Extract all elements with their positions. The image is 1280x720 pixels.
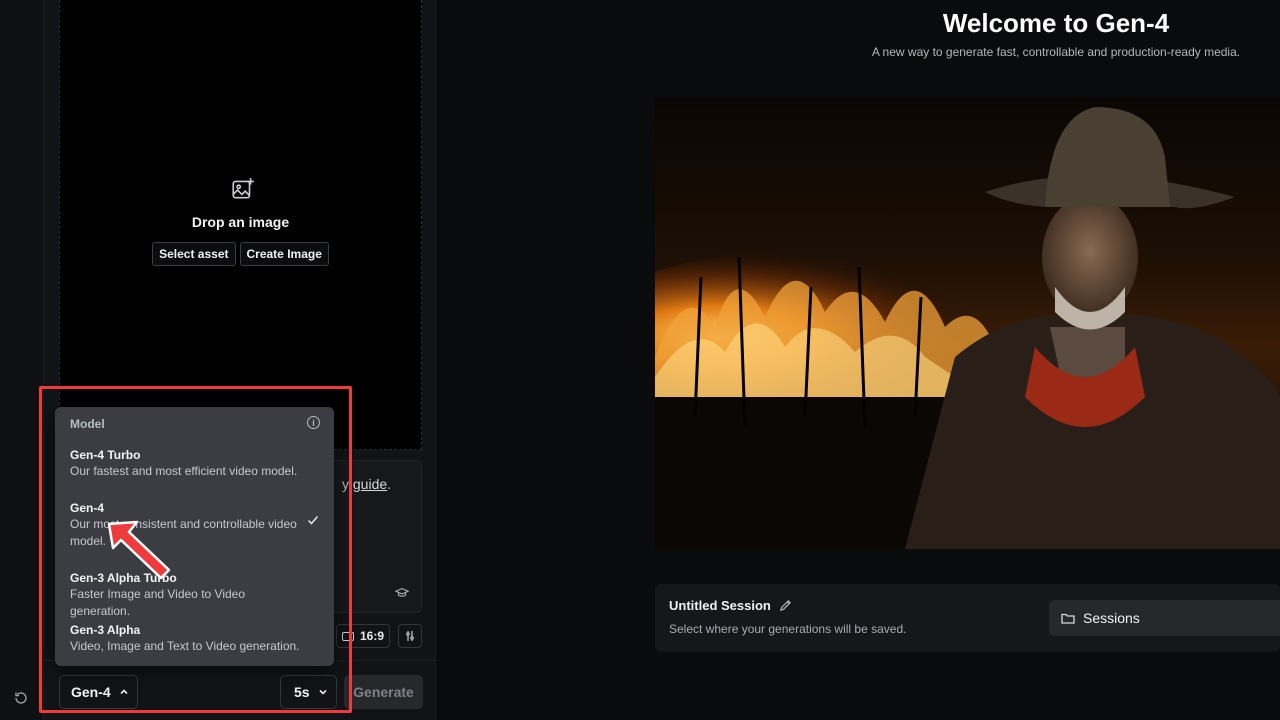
drop-actions: Select asset Create Image — [60, 242, 421, 266]
page-subtitle: A new way to generate fast, controllable… — [871, 45, 1241, 59]
model-option-title: Gen-4 — [70, 501, 105, 515]
sessions-button[interactable]: Sessions — [1049, 600, 1280, 636]
sessions-button-label: Sessions — [1083, 610, 1140, 626]
pencil-icon[interactable] — [779, 599, 792, 612]
page-title: Welcome to Gen-4 — [942, 8, 1170, 38]
model-option-gen4-turbo[interactable]: Gen-4 Turbo Our fastest and most efficie… — [55, 447, 334, 480]
hero-video-preview — [655, 97, 1280, 549]
model-option-desc: Video, Image and Text to Video generatio… — [70, 639, 300, 653]
model-option-gen3-alpha-turbo[interactable]: Gen-3 Alpha Turbo Faster Image and Video… — [55, 570, 334, 620]
info-icon[interactable]: i — [307, 416, 320, 429]
settings-button[interactable] — [398, 624, 422, 648]
model-option-desc: Our fastest and most efficient video mod… — [70, 464, 298, 478]
generate-button[interactable]: Generate — [344, 675, 423, 709]
session-card: Untitled Session Select where your gener… — [655, 584, 1280, 652]
aspect-ratio-button[interactable]: 16:9 — [336, 624, 390, 648]
model-select-button[interactable]: Gen-4 — [59, 675, 138, 709]
duration-select-button[interactable]: 5s — [280, 675, 337, 709]
prompt-hint-text: y — [342, 476, 349, 492]
image-dropzone[interactable]: Drop an image Select asset Create Image — [59, 0, 422, 450]
left-rail — [0, 0, 44, 720]
sliders-icon — [406, 631, 414, 641]
model-option-title: Gen-3 Alpha Turbo — [70, 571, 177, 585]
model-option-title: Gen-3 Alpha — [70, 623, 141, 637]
model-option-title: Gen-4 Turbo — [70, 448, 141, 462]
add-image-icon — [232, 178, 254, 199]
session-subtitle: Select where your generations will be sa… — [669, 622, 907, 636]
session-title-row[interactable]: Untitled Session — [669, 598, 792, 613]
check-icon — [307, 516, 319, 525]
cowboy-fire-illustration — [655, 97, 1280, 549]
create-image-button[interactable]: Create Image — [239, 242, 329, 266]
bottom-bar: Gen-4 5s Generate — [44, 660, 436, 720]
model-dropdown-header: Model — [70, 417, 105, 431]
model-option-desc: Our most consistent and controllable vid… — [70, 517, 297, 548]
model-option-gen3-alpha[interactable]: Gen-3 Alpha Video, Image and Text to Vid… — [55, 622, 334, 655]
graduation-cap-icon[interactable] — [395, 586, 409, 600]
prompt-guide-link[interactable]: guide — [353, 476, 387, 492]
chevron-down-icon — [319, 689, 327, 695]
prompt-hint-end: . — [387, 476, 392, 492]
model-select-label: Gen-4 — [71, 684, 111, 700]
reset-icon[interactable] — [13, 690, 29, 706]
drop-image-title: Drop an image — [191, 214, 290, 230]
aspect-ratio-label: 16:9 — [359, 629, 385, 643]
duration-label: 5s — [294, 684, 310, 700]
select-asset-button[interactable]: Select asset — [152, 242, 236, 266]
aspect-ratio-icon — [341, 631, 354, 641]
chevron-up-icon — [120, 689, 128, 695]
prompt-hint: y guide. — [342, 476, 391, 492]
model-option-desc: Faster Image and Video to Video generati… — [70, 587, 246, 618]
model-option-gen4[interactable]: Gen-4 Our most consistent and controllab… — [55, 500, 334, 550]
model-dropdown: Model i Gen-4 Turbo Our fastest and most… — [55, 407, 334, 666]
session-title: Untitled Session — [669, 598, 771, 613]
folder-icon — [1061, 613, 1075, 624]
